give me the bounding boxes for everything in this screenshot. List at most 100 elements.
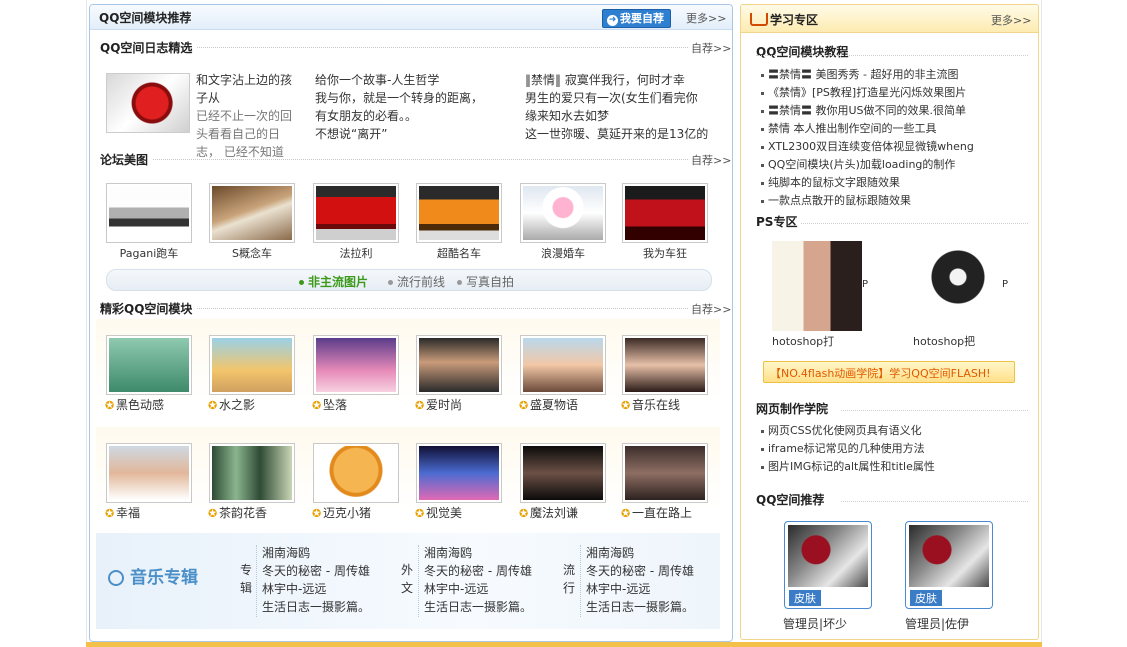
- diary-link[interactable]: 男生的爱只有一次(女生们看完你: [525, 89, 725, 107]
- rose-thumbnail[interactable]: [106, 73, 190, 133]
- photo-thumbnail[interactable]: [622, 183, 708, 243]
- module-caption[interactable]: ✪ 魔法刘谦: [519, 504, 578, 521]
- music-link[interactable]: 冬天的秘密 - 周传雄: [262, 562, 402, 580]
- module-caption[interactable]: ✪ 水之影: [208, 396, 255, 413]
- star-icon: ✪: [415, 399, 425, 412]
- module-caption[interactable]: ✪ 坠落: [312, 396, 347, 413]
- skin-card[interactable]: 皮肤: [784, 521, 872, 609]
- module-thumbnail[interactable]: [622, 443, 708, 503]
- web-link[interactable]: iframe标记常见的几种使用方法: [761, 440, 1033, 458]
- ps-thumbnail[interactable]: [772, 241, 862, 331]
- photo-caption[interactable]: 我为车狂: [622, 245, 708, 261]
- module-thumbnail[interactable]: [520, 443, 606, 503]
- music-link[interactable]: 生活日志一摄影篇。: [586, 598, 726, 616]
- diary-link[interactable]: 给你一个故事-人生哲学: [315, 71, 515, 89]
- module-thumbnail[interactable]: [520, 335, 606, 395]
- skin-author[interactable]: 管理员|坏少: [783, 615, 847, 632]
- diary-link[interactable]: 缘来知水去如梦: [525, 107, 725, 125]
- diary-link[interactable]: ‖禁情‖ 寂寞伴我行，何时才幸: [525, 71, 725, 89]
- module-caption[interactable]: ✪ 盛夏物语: [519, 396, 578, 413]
- module-thumbnail[interactable]: [106, 443, 192, 503]
- diary-section-title: QQ空间日志精选: [100, 39, 197, 56]
- tab-trend[interactable]: 流行前线: [388, 273, 445, 290]
- tutorial-text: XTL2300双目连续变倍体视显微镜wheng: [768, 140, 974, 153]
- tutorial-link[interactable]: 〓禁情〓 美图秀秀 - 超好用的非主流图: [761, 66, 1033, 84]
- tab-non-mainstream[interactable]: 非主流图片: [299, 273, 368, 290]
- module-thumbnail[interactable]: [416, 443, 502, 503]
- module-thumbnail[interactable]: [416, 335, 502, 395]
- module-caption[interactable]: ✪ 一直在路上: [621, 504, 692, 521]
- module-thumbnail[interactable]: [622, 335, 708, 395]
- module-caption[interactable]: ✪ 迈克小猪: [312, 504, 371, 521]
- tutorial-text: 一款点点散开的鼠标跟随效果: [768, 194, 911, 207]
- tutorial-link[interactable]: 纯脚本的鼠标文字跟随效果: [761, 174, 1033, 192]
- module-caption[interactable]: ✪ 爱时尚: [415, 396, 462, 413]
- ps-caption[interactable]: hotoshop打: [772, 333, 834, 349]
- module-thumbnail[interactable]: [313, 443, 399, 503]
- photo-thumbnail[interactable]: [209, 183, 295, 243]
- diary-more-link[interactable]: 自荐>>: [688, 40, 732, 56]
- ps-caption[interactable]: hotoshop把: [913, 333, 975, 349]
- skin-card[interactable]: 皮肤: [905, 521, 993, 609]
- skin-author[interactable]: 管理员|佐伊: [905, 615, 969, 632]
- module-caption[interactable]: ✪ 黑色动感: [105, 396, 164, 413]
- music-link[interactable]: 冬天的秘密 - 周传雄: [424, 562, 564, 580]
- diary-link[interactable]: 我与你，就是一个转身的距离，: [315, 89, 515, 107]
- music-disc-icon: [108, 570, 124, 586]
- music-link[interactable]: 生活日志一摄影篇。: [262, 598, 402, 616]
- photo-caption[interactable]: 超酷名车: [416, 245, 502, 261]
- diary-column-1[interactable]: 和文字沾上边的孩 子从 已经不止一次的回 头看看自己的日 志， 已经不知道: [196, 71, 296, 161]
- tutorial-link[interactable]: 〓禁情〓 教你用US做不同的效果.很简单: [761, 102, 1033, 120]
- photo-thumbnail[interactable]: [106, 183, 192, 243]
- ps-thumbnail[interactable]: [913, 241, 1003, 331]
- bullet-icon: [761, 181, 764, 185]
- photo-thumbnail[interactable]: [520, 183, 606, 243]
- more-link[interactable]: 更多>>: [991, 12, 1031, 28]
- diary-link[interactable]: 不想说“离开”: [315, 125, 515, 143]
- music-link[interactable]: 湘南海鸥: [424, 544, 564, 562]
- self-recommend-button[interactable]: ➜ 我要自荐: [602, 9, 671, 28]
- module-caption[interactable]: ✪ 视觉美: [415, 504, 462, 521]
- module-thumbnail[interactable]: [209, 443, 295, 503]
- module-thumbnail[interactable]: [106, 335, 192, 395]
- photo-thumbnail[interactable]: [313, 183, 399, 243]
- web-link[interactable]: 网页CSS优化使网页具有语义化: [761, 422, 1033, 440]
- module-caption[interactable]: ✪ 茶韵花香: [208, 504, 267, 521]
- module-name: 视觉美: [426, 506, 463, 520]
- photo-caption[interactable]: 浪漫婚车: [520, 245, 606, 261]
- tutorial-text: 禁情 本人推出制作空间的一些工具: [768, 122, 937, 135]
- tutorial-link[interactable]: QQ空间模块(片头)加载loading的制作: [761, 156, 1033, 174]
- music-link[interactable]: 林宇中-远远: [586, 580, 726, 598]
- tutorial-link[interactable]: XTL2300双目连续变倍体视显微镜wheng: [761, 138, 1033, 156]
- flash-academy-banner[interactable]: 【NO.4flash动画学院】学习QQ空间FLASH!: [763, 361, 1015, 383]
- module-name: 幸福: [116, 506, 141, 520]
- photo-caption[interactable]: S概念车: [209, 245, 295, 261]
- music-link[interactable]: 湘南海鸥: [262, 544, 402, 562]
- bullet-icon: [761, 73, 764, 77]
- tutorial-link[interactable]: 一款点点散开的鼠标跟随效果: [761, 192, 1033, 210]
- module-thumbnail[interactable]: [313, 335, 399, 395]
- diary-link[interactable]: 有女朋友的必看。。: [315, 107, 515, 125]
- web-link[interactable]: 图片IMG标记的alt属性和title属性: [761, 458, 1033, 476]
- module-thumbnail[interactable]: [209, 335, 295, 395]
- tutorial-link[interactable]: 禁情 本人推出制作空间的一些工具: [761, 120, 1033, 138]
- music-link[interactable]: 湘南海鸥: [586, 544, 726, 562]
- panel-title: 学习专区: [770, 13, 819, 27]
- diary-line: 已经不止一次的回: [196, 109, 293, 123]
- module-caption[interactable]: ✪ 幸福: [105, 504, 140, 521]
- tab-portrait[interactable]: 写真自拍: [457, 273, 514, 290]
- music-link[interactable]: 生活日志一摄影篇。: [424, 598, 564, 616]
- music-link[interactable]: 林宇中-远远: [424, 580, 564, 598]
- tutorial-link[interactable]: 《禁情》[PS教程]打造星光闪烁效果图片: [761, 84, 1033, 102]
- more-link[interactable]: 更多>>: [686, 10, 726, 26]
- music-link[interactable]: 冬天的秘密 - 周传雄: [586, 562, 726, 580]
- module-caption[interactable]: ✪ 音乐在线: [621, 396, 680, 413]
- photo-caption[interactable]: 法拉利: [313, 245, 399, 261]
- photo-thumbnail[interactable]: [416, 183, 502, 243]
- modules-more-link[interactable]: 自荐>>: [688, 301, 732, 317]
- skin-preview: [909, 525, 989, 587]
- photo-caption[interactable]: Pagani跑车: [106, 245, 192, 261]
- forum-more-link[interactable]: 自荐>>: [688, 152, 732, 168]
- music-link[interactable]: 林宇中-远远: [262, 580, 402, 598]
- diary-link[interactable]: 这一世弥暖、莫延开来的是13亿的: [525, 125, 725, 143]
